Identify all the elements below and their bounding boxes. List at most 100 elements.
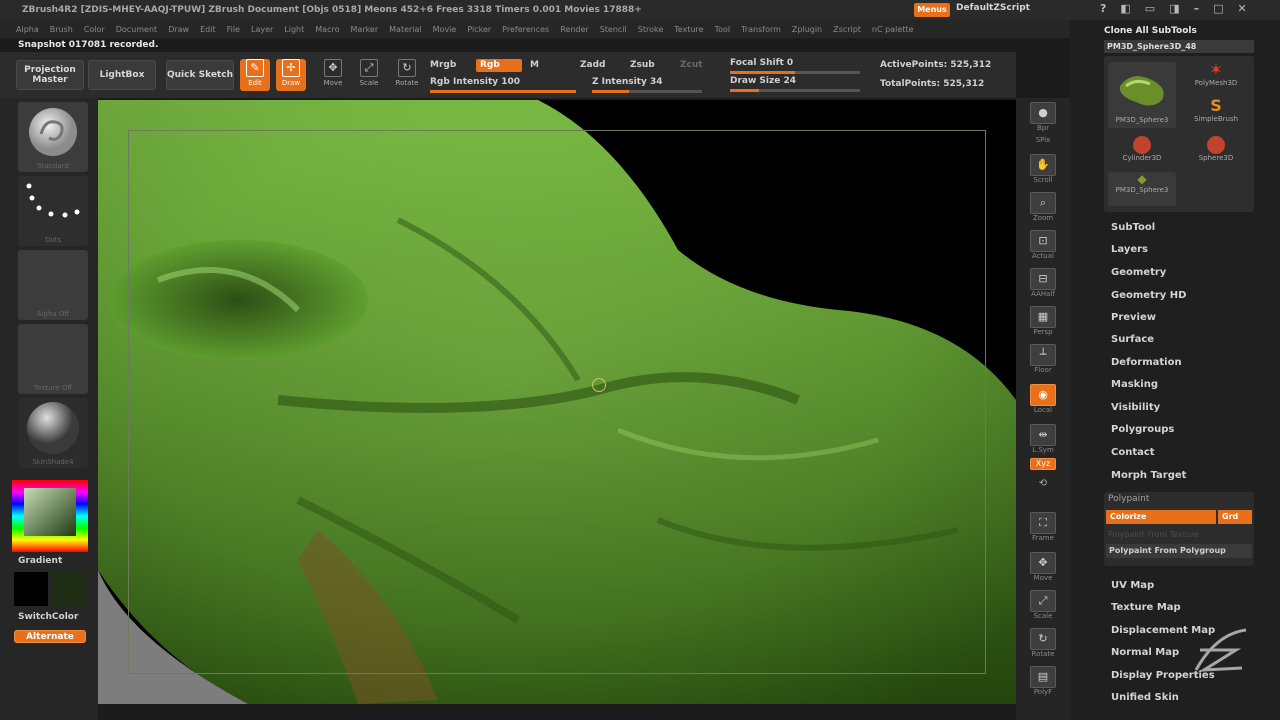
move-view-button[interactable]: ✥ Move bbox=[1026, 552, 1060, 584]
menu-item[interactable]: File bbox=[227, 25, 240, 34]
actual-button[interactable]: ⊡ Actual bbox=[1026, 230, 1060, 262]
menu-item[interactable]: Document bbox=[116, 25, 157, 34]
subtool-thumb[interactable]: ◆ PM3D_Sphere3 bbox=[1108, 172, 1176, 206]
unified-skin-menu[interactable]: Unified Skin bbox=[1111, 692, 1179, 703]
draw-size-slider[interactable] bbox=[730, 89, 860, 92]
edit-button[interactable]: ✎ Edit bbox=[240, 59, 270, 91]
draw-button[interactable]: ✢ Draw bbox=[276, 59, 306, 91]
lightbox-button[interactable]: LightBox bbox=[88, 60, 156, 90]
stroke-picker[interactable]: Dots bbox=[18, 176, 88, 246]
maximize-icon[interactable]: □ bbox=[1213, 2, 1223, 15]
quick-sketch-button[interactable]: Quick Sketch bbox=[166, 60, 234, 90]
floor-button[interactable]: ┴ Floor bbox=[1026, 344, 1060, 376]
secondary-color-swatch[interactable] bbox=[52, 572, 86, 606]
menu-item[interactable]: Zplugin bbox=[792, 25, 822, 34]
material-picker[interactable]: SkinShade4 bbox=[18, 398, 88, 468]
menu-item[interactable]: Tool bbox=[715, 25, 731, 34]
polypaint-title[interactable]: Polypaint bbox=[1108, 494, 1149, 504]
menu-item[interactable]: Brush bbox=[50, 25, 73, 34]
normal-map-menu[interactable]: Normal Map bbox=[1111, 647, 1179, 658]
menu-item[interactable]: Stroke bbox=[638, 25, 664, 34]
frame-button[interactable]: ⛶ Frame bbox=[1026, 512, 1060, 544]
menu-item[interactable]: Picker bbox=[467, 25, 491, 34]
minimize-icon[interactable]: – bbox=[1194, 2, 1200, 15]
subtool-thumb[interactable]: ✶ PolyMesh3D bbox=[1182, 60, 1250, 88]
menu-item[interactable]: Material bbox=[389, 25, 422, 34]
subtool-thumb[interactable]: Cylinder3D bbox=[1108, 136, 1176, 164]
rotate-view-button[interactable]: ↻ Rotate bbox=[1026, 628, 1060, 660]
clone-all-subtools-button[interactable]: Clone All SubTools bbox=[1104, 26, 1197, 36]
z-intensity-slider[interactable] bbox=[592, 90, 702, 93]
menu-item[interactable]: Layer bbox=[251, 25, 273, 34]
rotate-mode-icons[interactable]: ⟲ bbox=[1026, 478, 1060, 506]
texture-map-menu[interactable]: Texture Map bbox=[1111, 602, 1181, 613]
menu-item[interactable]: nC palette bbox=[872, 25, 914, 34]
subtool-thumb[interactable]: S SimpleBrush bbox=[1182, 96, 1250, 124]
aahalf-button[interactable]: ⊟ AAHalf bbox=[1026, 268, 1060, 300]
deformation-menu[interactable]: Deformation bbox=[1111, 357, 1182, 368]
contact-menu[interactable]: Contact bbox=[1111, 447, 1155, 458]
menu-item[interactable]: Texture bbox=[674, 25, 703, 34]
masking-menu[interactable]: Masking bbox=[1111, 379, 1158, 390]
zoom-button[interactable]: ⌕ Zoom bbox=[1026, 192, 1060, 224]
menu-item[interactable]: Transform bbox=[741, 25, 781, 34]
geometry-hd-menu[interactable]: Geometry HD bbox=[1111, 290, 1186, 301]
visibility-menu[interactable]: Visibility bbox=[1111, 402, 1160, 413]
polygroups-menu[interactable]: Polygroups bbox=[1111, 424, 1174, 435]
mrgb-button[interactable]: Mrgb bbox=[430, 60, 456, 70]
switch-color-button[interactable]: SwitchColor bbox=[18, 612, 78, 622]
subtool-thumb[interactable]: PM3D_Sphere3 bbox=[1108, 62, 1176, 128]
restore-icon[interactable]: ▭ bbox=[1145, 2, 1155, 15]
rgb-intensity-slider[interactable] bbox=[430, 90, 576, 93]
menu-item[interactable]: Alpha bbox=[16, 25, 39, 34]
menu-item[interactable]: Preferences bbox=[502, 25, 549, 34]
toggle-icon[interactable]: ◨ bbox=[1169, 2, 1179, 15]
main-color-swatch[interactable] bbox=[14, 572, 48, 606]
menu-item[interactable]: Render bbox=[560, 25, 588, 34]
surface-menu[interactable]: Surface bbox=[1111, 334, 1154, 345]
color-picker[interactable] bbox=[12, 480, 88, 552]
alpha-picker[interactable]: Alpha Off bbox=[18, 250, 88, 320]
polypaint-from-polygroup-button[interactable]: Polypaint From Polygroup bbox=[1106, 544, 1252, 558]
focal-shift-slider[interactable] bbox=[730, 71, 860, 74]
layout-icon[interactable]: ◧ bbox=[1120, 2, 1130, 15]
menu-item[interactable]: Light bbox=[284, 25, 304, 34]
grd-toggle[interactable]: Grd bbox=[1218, 510, 1252, 524]
menu-item[interactable]: Draw bbox=[168, 25, 189, 34]
zsub-button[interactable]: Zsub bbox=[630, 60, 655, 70]
projection-master-button[interactable]: Projection Master bbox=[16, 60, 84, 90]
menu-item[interactable]: Movie bbox=[433, 25, 457, 34]
close-icon[interactable]: ✕ bbox=[1238, 2, 1247, 15]
menu-item[interactable]: Macro bbox=[315, 25, 339, 34]
default-zscript-button[interactable]: DefaultZScript bbox=[956, 3, 1030, 13]
preview-menu[interactable]: Preview bbox=[1111, 312, 1156, 323]
menu-item[interactable]: Stencil bbox=[600, 25, 627, 34]
current-tool-field[interactable]: PM3D_Sphere3D_48 bbox=[1104, 40, 1254, 53]
menu-item[interactable]: Color bbox=[84, 25, 105, 34]
subtool-menu[interactable]: SubTool bbox=[1111, 222, 1155, 233]
lsym-button[interactable]: ⇹ L.Sym bbox=[1026, 424, 1060, 456]
zadd-button[interactable]: Zadd bbox=[580, 60, 605, 70]
m-button[interactable]: M bbox=[530, 60, 539, 70]
polyf-button[interactable]: ▤ PolyF bbox=[1026, 666, 1060, 698]
brush-picker[interactable]: Standard bbox=[18, 102, 88, 172]
scale-button[interactable]: ⤢ Scale bbox=[354, 59, 384, 91]
polypaint-from-texture-button[interactable]: Polypaint From Texture bbox=[1108, 530, 1199, 539]
menu-item[interactable]: Edit bbox=[200, 25, 216, 34]
zcut-button[interactable]: Zcut bbox=[680, 60, 703, 70]
menus-button[interactable]: Menus bbox=[914, 3, 950, 17]
help-icon[interactable]: ? bbox=[1100, 2, 1106, 15]
menu-item[interactable]: Zscript bbox=[833, 25, 861, 34]
layers-menu[interactable]: Layers bbox=[1111, 244, 1148, 255]
morph-target-menu[interactable]: Morph Target bbox=[1111, 470, 1186, 481]
menu-item[interactable]: Marker bbox=[350, 25, 378, 34]
xyz-button[interactable]: Xyz bbox=[1026, 458, 1060, 472]
scroll-button[interactable]: ✋ Scroll bbox=[1026, 154, 1060, 186]
colorize-toggle[interactable]: Colorize bbox=[1106, 510, 1216, 524]
uv-map-menu[interactable]: UV Map bbox=[1111, 580, 1154, 591]
bpr-button[interactable]: ● Bpr bbox=[1026, 102, 1060, 134]
subtool-thumb[interactable]: Sphere3D bbox=[1182, 136, 1250, 164]
move-button[interactable]: ✥ Move bbox=[318, 59, 348, 91]
texture-picker[interactable]: Texture Off bbox=[18, 324, 88, 394]
geometry-menu[interactable]: Geometry bbox=[1111, 267, 1166, 278]
